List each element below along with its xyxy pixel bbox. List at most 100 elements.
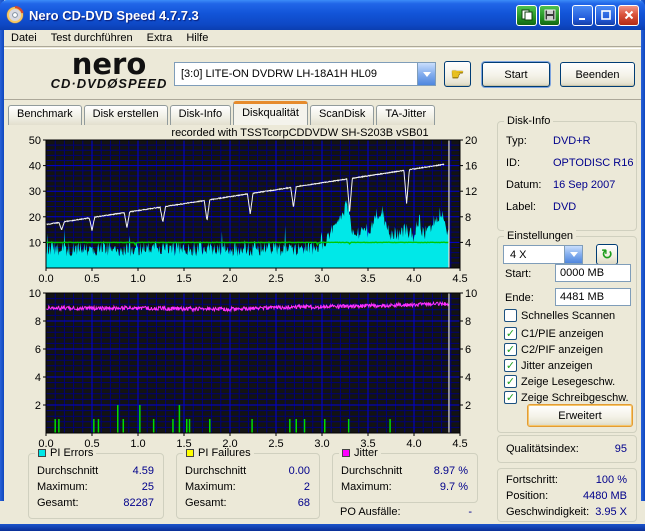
svg-text:2: 2 xyxy=(35,400,41,412)
header: nero CD·DVDØSPEED [3:0] LITE-ON DVDRW LH… xyxy=(4,48,641,100)
svg-text:4.5: 4.5 xyxy=(452,438,467,450)
speed-select[interactable]: 4 X xyxy=(503,245,583,264)
disk-id-value: OPTODISC R16 xyxy=(553,157,634,169)
drive-select-value: [3:0] LITE-ON DVDRW LH-18A1H HL09 xyxy=(181,68,378,80)
tab-scandisk[interactable]: ScanDisk xyxy=(309,105,375,125)
disk-type-label: Typ: xyxy=(506,135,527,147)
svg-text:20: 20 xyxy=(29,212,41,224)
app-icon xyxy=(6,6,24,24)
disk-id-label: ID: xyxy=(506,157,521,169)
disk-type-value: DVD+R xyxy=(553,135,591,147)
svg-text:40: 40 xyxy=(29,161,41,173)
logo-subtext: CD·DVDØSPEED xyxy=(50,76,168,91)
checkbox-icon: ✓ xyxy=(504,391,517,404)
pi-errors-total-value: 82287 xyxy=(123,497,154,509)
speed-select-value: 4 X xyxy=(510,248,527,261)
tab-disk-erstellen[interactable]: Disk erstellen xyxy=(83,105,168,125)
minimize-icon xyxy=(577,9,589,21)
svg-text:8: 8 xyxy=(465,316,471,328)
copy-icon xyxy=(521,9,533,21)
checkbox-write-speed[interactable]: ✓ Zeige Schreibgeschw. xyxy=(504,391,629,404)
tab-ta-jitter[interactable]: TA-Jitter xyxy=(376,105,436,125)
maximize-button[interactable] xyxy=(595,4,616,26)
minimize-button[interactable] xyxy=(572,4,593,26)
po-failures-row: PO Ausfälle: - xyxy=(340,506,472,518)
position-value: 4480 MB xyxy=(582,490,627,502)
svg-text:4.0: 4.0 xyxy=(406,438,421,450)
disk-info-title: Disk-Info xyxy=(504,115,554,127)
quality-index-value: 95 xyxy=(614,443,627,455)
speed-value: 3.95 X xyxy=(595,506,627,518)
checkbox-read-speed-label: Zeige Lesegeschw. xyxy=(521,375,616,388)
svg-text:0.5: 0.5 xyxy=(84,273,99,285)
checkbox-icon: ✓ xyxy=(504,309,517,322)
close-button[interactable] xyxy=(618,4,639,26)
quit-button[interactable]: Beenden xyxy=(560,62,635,87)
svg-text:6: 6 xyxy=(465,344,471,356)
save-button[interactable] xyxy=(539,4,560,26)
tab-diskqualitaet[interactable]: Diskqualität xyxy=(233,101,308,125)
jitter-max-label: Maximum: xyxy=(341,481,392,493)
menu-test-durchfuehren[interactable]: Test durchführen xyxy=(44,31,140,45)
settings-title: Einstellungen xyxy=(504,230,577,242)
start-button[interactable]: Start xyxy=(482,62,550,87)
pi-failures-total-label: Gesamt: xyxy=(185,497,227,509)
checkbox-jitter[interactable]: ✓ Jitter anzeigen xyxy=(504,359,593,372)
svg-text:10: 10 xyxy=(29,237,41,249)
drive-select[interactable]: [3:0] LITE-ON DVDRW LH-18A1H HL09 xyxy=(174,62,436,86)
checkbox-icon: ✓ xyxy=(504,359,517,372)
svg-text:4.0: 4.0 xyxy=(406,273,421,285)
window-border-left xyxy=(0,0,4,501)
svg-text:10: 10 xyxy=(29,288,41,300)
po-failures-value: - xyxy=(468,506,472,518)
checkbox-icon: ✓ xyxy=(504,375,517,388)
pi-failures-max-value: 2 xyxy=(303,481,310,493)
svg-text:50: 50 xyxy=(29,135,41,147)
svg-text:10: 10 xyxy=(465,288,477,300)
checkbox-c1-pie[interactable]: ✓ C1/PIE anzeigen xyxy=(504,327,604,340)
checkbox-icon: ✓ xyxy=(504,343,517,356)
speed-label: Geschwindigkeit: xyxy=(506,506,590,518)
scan-end-field[interactable]: 4481 MB xyxy=(555,288,631,306)
scan-end-label: Ende: xyxy=(505,292,534,304)
titlebar[interactable]: Nero CD-DVD Speed 4.7.7.3 xyxy=(0,0,645,30)
advanced-button[interactable]: Erweitert xyxy=(527,404,633,427)
refresh-button[interactable]: ↻ xyxy=(596,244,618,265)
pi-failures-panel: PI Failures Durchschnitt 0.00 Maximum: 2 G… xyxy=(176,447,320,519)
svg-text:4: 4 xyxy=(465,372,471,384)
svg-text:1.5: 1.5 xyxy=(176,438,191,450)
svg-text:30: 30 xyxy=(29,186,41,198)
svg-text:0.5: 0.5 xyxy=(84,438,99,450)
svg-text:16: 16 xyxy=(465,161,477,173)
svg-text:3.5: 3.5 xyxy=(360,273,375,285)
pi-errors-max-value: 25 xyxy=(141,481,154,493)
po-failures-label: PO Ausfälle: xyxy=(340,506,401,518)
hand-icon: ☛ xyxy=(450,65,465,83)
tab-disk-info[interactable]: Disk-Info xyxy=(169,105,232,125)
checkbox-read-speed[interactable]: ✓ Zeige Lesegeschw. xyxy=(504,375,615,388)
copy-button[interactable] xyxy=(516,4,537,26)
svg-text:2: 2 xyxy=(465,400,471,412)
window-border-bottom xyxy=(0,524,645,531)
eject-disc-button[interactable]: ☛ xyxy=(444,61,471,87)
svg-text:4: 4 xyxy=(35,372,41,384)
menu-hilfe[interactable]: Hilfe xyxy=(179,31,215,45)
window-border-right xyxy=(641,0,645,501)
tab-benchmark[interactable]: Benchmark xyxy=(8,105,82,125)
svg-text:0.0: 0.0 xyxy=(38,438,53,450)
speed-chevron-down-icon[interactable] xyxy=(564,246,582,263)
svg-text:1.0: 1.0 xyxy=(130,438,145,450)
svg-text:12: 12 xyxy=(465,186,477,198)
scan-start-field[interactable]: 0000 MB xyxy=(555,264,631,282)
save-icon xyxy=(544,9,556,21)
menu-extra[interactable]: Extra xyxy=(140,31,180,45)
progress-panel: Fortschritt: 100 % Position: 4480 MB Gesch… xyxy=(497,468,637,522)
jitter-and-pif-chart: 10 8 6 4 2 10 8 6 4 2 0.0 0.5 1.0 1.5 2.0 2.5 3.0 3.5 4.0 4… xyxy=(29,288,478,450)
chevron-down-icon[interactable] xyxy=(417,63,435,85)
checkbox-fast-scan[interactable]: ✓ Schnelles Scannen xyxy=(504,309,615,322)
checkbox-c2-pif[interactable]: ✓ C2/PIF anzeigen xyxy=(504,343,603,356)
menu-datei[interactable]: Datei xyxy=(4,31,44,45)
checkbox-c2-pif-label: C2/PIF anzeigen xyxy=(521,343,603,356)
disk-info-panel: Disk-Info Typ: DVD+R ID: OPTODISC R16 Datu… xyxy=(497,115,637,231)
checkbox-write-speed-label: Zeige Schreibgeschw. xyxy=(521,391,629,404)
